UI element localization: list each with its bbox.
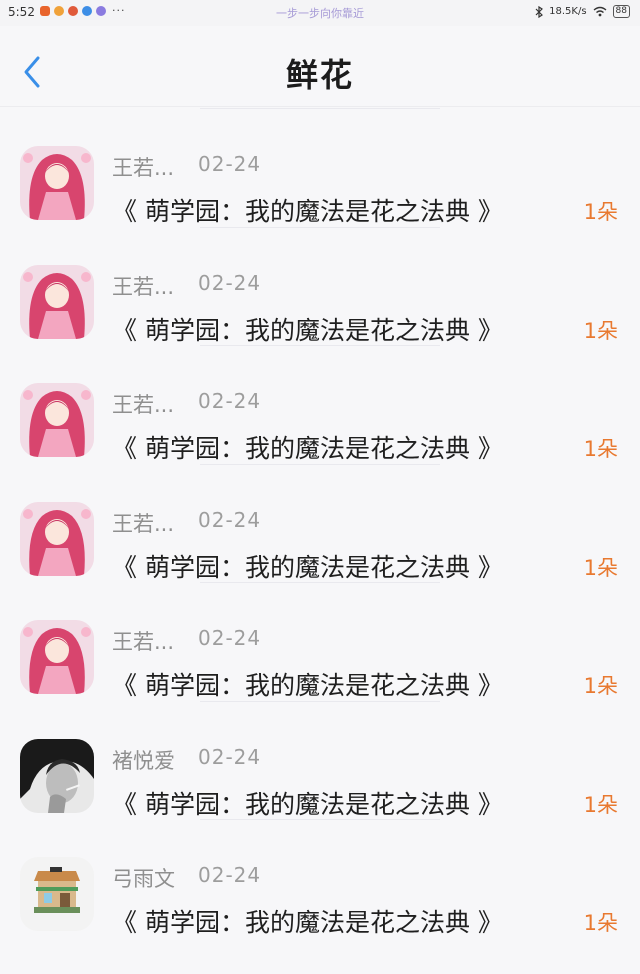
flower-count: 1朵	[583, 792, 618, 817]
gift-date: 02-24	[198, 152, 262, 176]
list-item[interactable]: 王若... 02-24 《 萌学园：我的魔法是花之法典 》 1朵	[0, 226, 640, 346]
divider	[200, 345, 440, 346]
avatar[interactable]	[20, 146, 94, 220]
gift-date: 02-24	[198, 863, 262, 887]
book-title: 《 萌学园：我的魔法是花之法典 》	[112, 671, 503, 700]
bluetooth-icon	[535, 5, 544, 18]
battery-icon: 88	[612, 5, 630, 18]
flower-count: 1朵	[583, 200, 618, 224]
avatar[interactable]	[20, 264, 94, 339]
user-name: 王若...	[112, 393, 175, 417]
avatar[interactable]	[20, 857, 94, 931]
flower-count: 1朵	[583, 555, 618, 580]
list-item[interactable]: 王若... 02-24 《 萌学园：我的魔法是花之法典 》 1朵	[0, 108, 640, 227]
book-title: 《 萌学园：我的魔法是花之法典 》	[112, 552, 503, 582]
network-speed: 18.5K/s	[549, 6, 587, 17]
anime-girl-avatar-icon	[20, 146, 94, 220]
flower-count: 1朵	[583, 911, 618, 935]
divider	[200, 226, 440, 228]
divider	[200, 463, 440, 465]
user-name: 王若...	[112, 630, 175, 654]
gift-date: 02-24	[198, 270, 262, 295]
anime-girl-avatar-icon	[20, 501, 94, 576]
avatar[interactable]	[20, 620, 94, 694]
gift-date: 02-24	[198, 507, 262, 532]
book-title: 《 萌学园：我的魔法是花之法典 》	[112, 434, 503, 463]
flower-count: 1朵	[583, 437, 618, 461]
wifi-icon	[593, 6, 606, 17]
status-right-group: 18.5K/s 88	[535, 5, 630, 18]
page-title: 鲜花	[285, 56, 354, 94]
nav-bar: 鲜花	[0, 26, 640, 107]
divider	[200, 582, 440, 583]
list-item[interactable]: 王若... 02-24 《 萌学园：我的魔法是花之法典 》 1朵	[0, 582, 640, 701]
shop-building-avatar-icon	[20, 857, 94, 931]
list-item[interactable]: 弓雨文 02-24 《 萌学园：我的魔法是花之法典 》 1朵	[0, 819, 640, 938]
flower-count: 1朵	[583, 674, 618, 698]
book-title: 《 萌学园：我的魔法是花之法典 》	[112, 908, 503, 937]
divider	[200, 108, 440, 109]
flower-gift-list: 王若... 02-24 《 萌学园：我的魔法是花之法典 》 1朵 王若... 0…	[0, 108, 640, 938]
user-name: 王若...	[112, 274, 175, 299]
user-name: 王若...	[112, 511, 175, 536]
divider	[200, 700, 440, 702]
gift-date: 02-24	[198, 744, 262, 769]
list-item[interactable]: 王若... 02-24 《 萌学园：我的魔法是花之法典 》 1朵	[0, 345, 640, 464]
list-item[interactable]: 王若... 02-24 《 萌学园：我的魔法是花之法典 》 1朵	[0, 463, 640, 583]
book-title: 《 萌学园：我的魔法是花之法典 》	[112, 315, 503, 345]
gift-date: 02-24	[198, 389, 262, 413]
avatar[interactable]	[20, 738, 94, 813]
list-item[interactable]: 褚悦爱 02-24 《 萌学园：我的魔法是花之法典 》 1朵	[0, 700, 640, 820]
bw-portrait-avatar-icon	[20, 738, 94, 813]
anime-girl-avatar-icon	[20, 620, 94, 694]
status-bar: 5:52 ··· 一步一步向你靠近 18.5K/s 88	[0, 0, 640, 26]
anime-girl-avatar-icon	[20, 264, 94, 339]
avatar[interactable]	[20, 501, 94, 576]
user-name: 褚悦爱	[112, 748, 175, 773]
user-name: 王若...	[112, 156, 175, 180]
user-name: 弓雨文	[112, 867, 175, 891]
book-title: 《 萌学园：我的魔法是花之法典 》	[112, 789, 503, 819]
gift-date: 02-24	[198, 626, 262, 650]
avatar[interactable]	[20, 383, 94, 457]
divider	[200, 819, 440, 820]
flower-count: 1朵	[583, 318, 618, 343]
anime-girl-avatar-icon	[20, 383, 94, 457]
book-title: 《 萌学园：我的魔法是花之法典 》	[112, 197, 503, 226]
